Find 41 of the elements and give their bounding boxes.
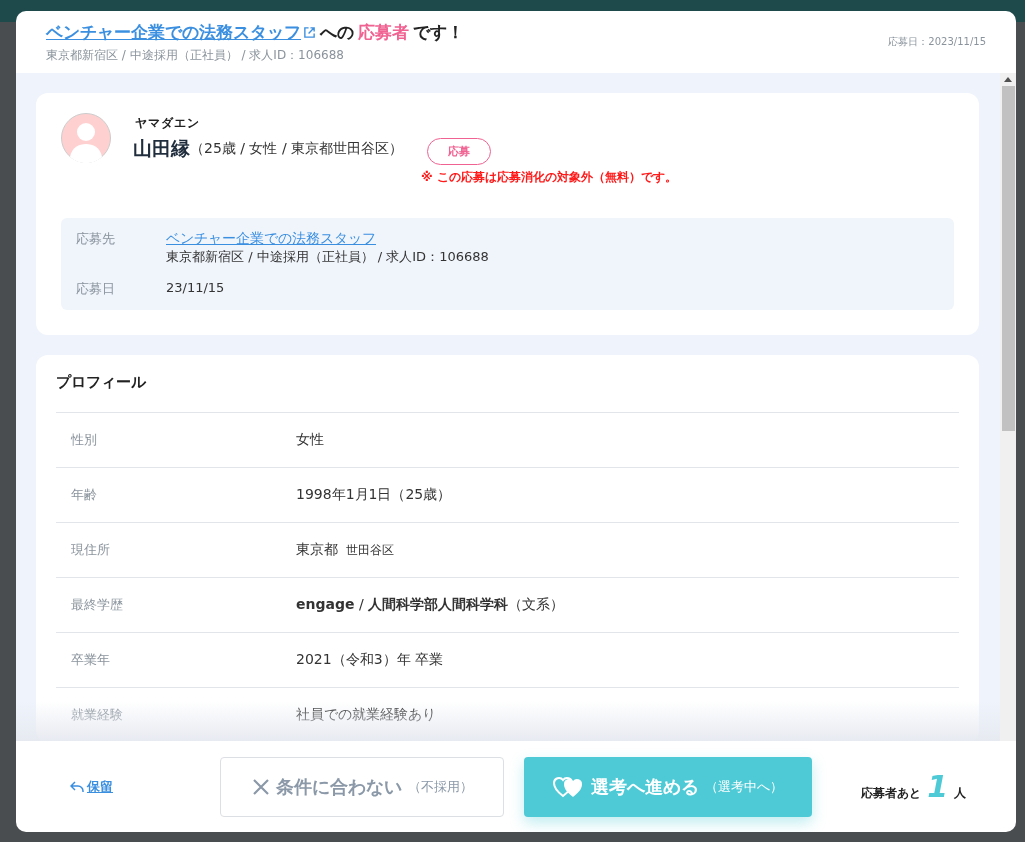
- profile-value: engage / 人間科学部人間科学科（文系）: [296, 596, 566, 614]
- profile-title: プロフィール: [56, 373, 959, 413]
- profile-label: 最終学歴: [71, 596, 124, 614]
- scrollbar[interactable]: [1000, 73, 1016, 741]
- profile-label: 年齢: [71, 486, 98, 504]
- undo-arrow-icon: [70, 780, 84, 793]
- close-icon: [251, 777, 270, 796]
- applicant-details: （25歳 / 女性 / 東京都世田谷区）: [190, 139, 404, 158]
- profile-value: 1998年1月1日（25歳）: [296, 486, 453, 504]
- profile-label: 卒業年: [71, 651, 111, 669]
- external-link-icon: [303, 26, 316, 39]
- hold-link[interactable]: 保留: [70, 777, 220, 796]
- applicant-label: 応募者: [358, 21, 409, 44]
- profile-value: 女性: [296, 431, 325, 449]
- remaining-count: 1: [927, 769, 948, 804]
- name-furigana: ヤマダエン: [135, 115, 201, 132]
- remaining-label: 応募者あと: [861, 785, 922, 802]
- profile-label: 就業経験: [71, 706, 124, 724]
- free-notice: ※ この応募は応募消化の対象外（無料）です。: [421, 169, 678, 186]
- remaining-unit: 人: [954, 785, 966, 802]
- reject-button[interactable]: 条件に合わない （不採用）: [220, 756, 504, 817]
- job-link[interactable]: ベンチャー企業での法務スタッフ: [166, 230, 376, 248]
- profile-label: 性別: [71, 431, 98, 449]
- job-title-link[interactable]: ベンチャー企業での法務スタッフ: [46, 21, 316, 44]
- info-value: 23/11/15: [166, 280, 226, 295]
- scroll-up-icon: [1004, 76, 1012, 82]
- avatar-silhouette-icon: [61, 113, 111, 163]
- scrollbar-thumb[interactable]: [1001, 86, 1015, 431]
- applied-date: 応募日：2023/11/15: [888, 35, 986, 49]
- profile-label: 現住所: [71, 541, 111, 559]
- applicant-name: 山田縁: [133, 135, 190, 161]
- title-text: への: [320, 21, 354, 44]
- profile-value: 2021（令和3）年 卒業: [296, 651, 444, 669]
- profile-value: 社員での就業経験あり: [296, 706, 437, 724]
- hearts-icon: [553, 775, 585, 798]
- info-value: 東京都新宿区 / 中途採用（正社員） / 求人ID：106688: [166, 248, 490, 266]
- info-label: 応募先: [76, 230, 116, 248]
- info-label: 応募日: [76, 280, 116, 298]
- job-subtitle: 東京都新宿区 / 中途採用（正社員） / 求人ID：106688: [46, 47, 345, 64]
- advance-button[interactable]: 選考へ進める （選考中へ）: [524, 756, 812, 817]
- title-text: です！: [413, 21, 464, 44]
